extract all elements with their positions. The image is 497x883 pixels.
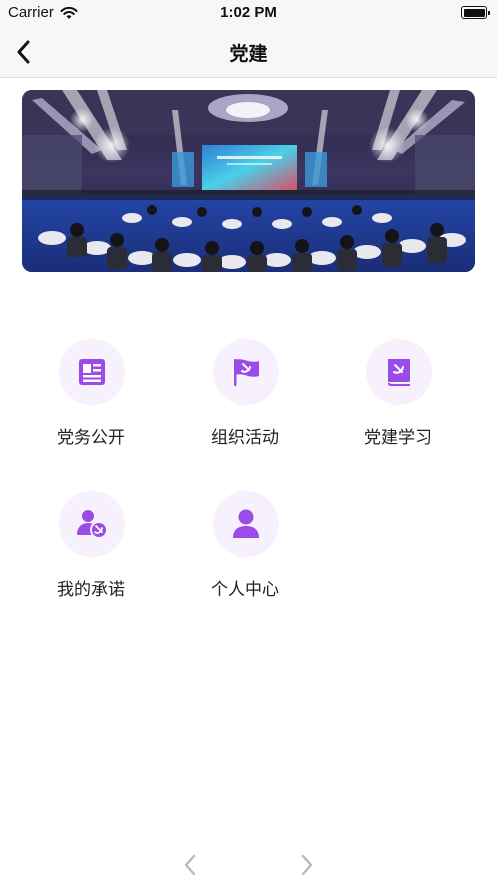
- menu-label: 个人中心: [211, 580, 279, 600]
- menu-item-personal-center[interactable]: 个人中心: [175, 491, 315, 621]
- menu-item-party-affairs[interactable]: 党务公开: [21, 339, 161, 469]
- battery-icon: [461, 6, 490, 19]
- menu-item-org-activities[interactable]: 组织活动: [175, 339, 315, 469]
- menu-label: 组织活动: [211, 428, 279, 448]
- menu-item-party-study[interactable]: 党建学习: [328, 339, 468, 469]
- menu-icon-circle: [59, 491, 125, 557]
- chevron-left-icon: [184, 854, 196, 876]
- status-time: 1:02 PM: [220, 4, 277, 21]
- menu-icon-circle: [213, 491, 279, 557]
- menu-label: 党建学习: [364, 428, 432, 448]
- chevron-right-icon: [301, 854, 313, 876]
- menu-label: 党务公开: [57, 428, 125, 448]
- previous-page-button[interactable]: [175, 850, 205, 880]
- menu-item-my-pledge[interactable]: 我的承诺: [21, 491, 161, 621]
- person-icon: [233, 509, 259, 538]
- status-bar: Carrier 1:02 PM: [0, 0, 497, 26]
- menu-label: 我的承诺: [57, 580, 125, 600]
- user-pledge-icon: [77, 510, 108, 539]
- party-flag-icon: [234, 359, 259, 386]
- page-title: 党建: [229, 43, 268, 65]
- menu-icon-circle: [213, 339, 279, 405]
- newspaper-icon: [79, 359, 105, 385]
- party-book-icon: [388, 359, 410, 386]
- navigation-bar: 党建: [0, 26, 497, 78]
- banner-image[interactable]: [22, 90, 475, 272]
- menu-icon-circle: [366, 339, 432, 405]
- menu-icon-circle: [59, 339, 125, 405]
- next-page-button[interactable]: [292, 850, 322, 880]
